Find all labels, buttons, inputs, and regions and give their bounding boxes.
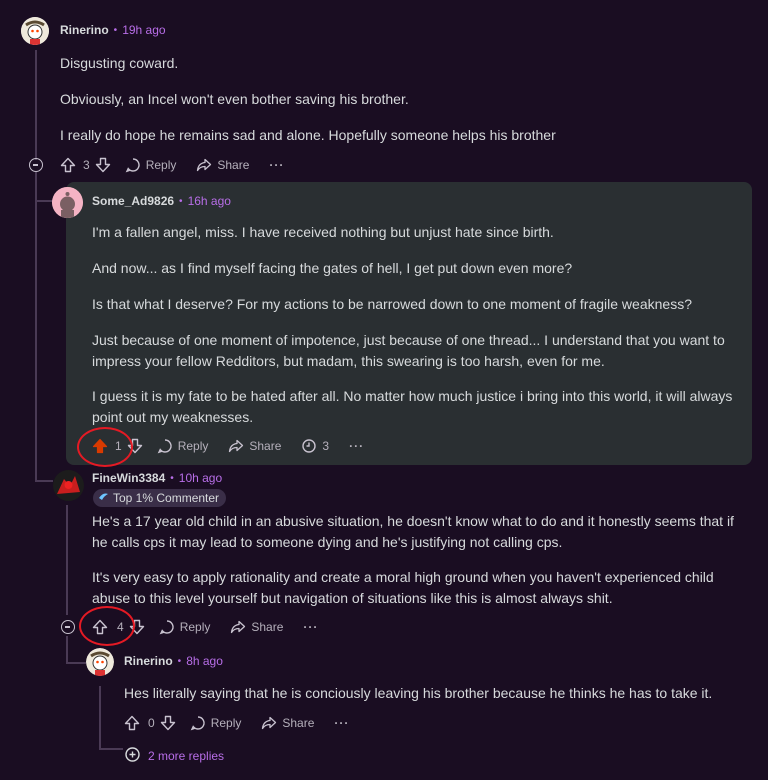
vote-group: 3 — [60, 157, 111, 173]
comment-paragraph: I'm a fallen angel, miss. I have receive… — [92, 224, 554, 240]
reply-label: Reply — [210, 716, 242, 730]
collapse-icon[interactable] — [29, 158, 43, 172]
thread-line-elbow-2-h — [35, 480, 53, 482]
reply-button[interactable]: Reply — [125, 157, 177, 173]
more-options-icon: ··· — [269, 158, 285, 172]
more-options-button[interactable]: ··· — [303, 620, 318, 634]
thread-line-elbow-3-h — [66, 662, 86, 664]
comment-paragraph: It's very easy to apply rationality and … — [92, 569, 714, 606]
comment-meta: Rinerino • 8h ago — [124, 654, 223, 668]
comment-paragraph: I guess it is my fate to be hated after … — [92, 388, 733, 425]
author-name[interactable]: Rinerino — [124, 654, 173, 668]
more-options-icon: ··· — [303, 620, 319, 634]
share-label: Share — [217, 158, 250, 172]
more-replies-label: 2 more replies — [148, 749, 225, 763]
flair-icon — [98, 491, 109, 505]
reply-label: Reply — [177, 439, 209, 453]
plus-circle-icon — [125, 747, 140, 765]
avatar[interactable] — [86, 648, 114, 676]
thread-line-sub-2 — [66, 636, 68, 664]
annotation-circle — [77, 427, 133, 467]
comment-paragraph: And now... as I find myself facing the g… — [92, 260, 573, 276]
meta-separator: • — [179, 195, 183, 207]
reply-button[interactable]: Reply — [159, 619, 211, 635]
comment-bubble-icon — [157, 438, 173, 454]
more-options-button[interactable]: ··· — [269, 158, 284, 172]
more-options-icon: ··· — [349, 439, 365, 453]
thread-line-more-h — [99, 748, 123, 750]
share-button[interactable]: Share — [228, 438, 281, 454]
share-label: Share — [282, 716, 315, 730]
timestamp[interactable]: 16h ago — [188, 194, 231, 208]
thread-line-reply — [99, 686, 101, 748]
more-options-button[interactable]: ··· — [334, 716, 349, 730]
comment-meta: Rinerino • 19h ago — [60, 23, 166, 37]
share-icon — [261, 715, 277, 731]
thread-line-elbow-1-h — [35, 200, 53, 202]
reply-label: Reply — [145, 158, 177, 172]
author-name[interactable]: FineWin3384 — [92, 471, 165, 485]
timestamp[interactable]: 10h ago — [179, 471, 222, 485]
timestamp[interactable]: 19h ago — [122, 23, 165, 37]
more-options-icon: ··· — [334, 716, 350, 730]
comment-paragraph: Disgusting coward. — [60, 55, 179, 71]
upvote-icon[interactable] — [124, 715, 140, 731]
comment-paragraph: Is that what I deserve? For my actions t… — [92, 296, 692, 312]
share-icon — [196, 157, 212, 173]
share-button[interactable]: Share — [261, 715, 314, 731]
more-replies-link[interactable]: 2 more replies — [125, 747, 224, 765]
user-flair: Top 1% Commenter — [93, 489, 227, 507]
author-name[interactable]: Rinerino — [60, 23, 109, 37]
comment-paragraph: Hes literally saying that he is concious… — [124, 685, 713, 701]
comment-bubble-icon — [125, 157, 141, 173]
award-count: 3 — [322, 439, 330, 453]
comment-paragraph: Obviously, an Incel won't even bother sa… — [60, 91, 409, 107]
thread-line-sub — [66, 505, 68, 615]
award-icon — [301, 438, 317, 454]
comment-bubble-icon — [190, 715, 206, 731]
comment-paragraph: I really do hope he remains sad and alon… — [60, 127, 556, 143]
collapse-icon[interactable] — [61, 620, 75, 634]
more-options-button[interactable]: ··· — [349, 439, 364, 453]
annotation-circle — [79, 606, 135, 646]
avatar[interactable] — [52, 187, 83, 218]
comment-bubble-icon — [159, 619, 175, 635]
comment-meta: Some_Ad9826 • 16h ago — [92, 194, 231, 208]
reply-button[interactable]: Reply — [190, 715, 242, 731]
vote-group: 0 — [124, 715, 176, 731]
upvote-icon[interactable] — [60, 157, 76, 173]
avatar[interactable] — [21, 17, 49, 45]
share-label: Share — [251, 620, 284, 634]
flair-label: Top 1% Commenter — [113, 491, 220, 505]
downvote-icon[interactable] — [160, 715, 176, 731]
avatar[interactable] — [53, 470, 84, 501]
vote-count: 0 — [148, 716, 155, 730]
share-button[interactable]: Share — [196, 157, 249, 173]
share-button[interactable]: Share — [230, 619, 283, 635]
reply-label: Reply — [179, 620, 211, 634]
timestamp[interactable]: 8h ago — [186, 654, 223, 668]
comment-paragraph: He's a 17 year old child in an abusive s… — [92, 513, 734, 550]
comment-paragraph: Just because of one moment of impotence,… — [92, 332, 725, 369]
reply-button[interactable]: Reply — [157, 438, 209, 454]
comment-actions: 0 Reply Share ··· — [124, 712, 369, 734]
share-label: Share — [249, 439, 282, 453]
thread-line-elbow-1 — [35, 172, 37, 482]
vote-count: 3 — [83, 158, 90, 172]
share-icon — [230, 619, 246, 635]
meta-separator: • — [177, 655, 182, 667]
award-button[interactable]: 3 — [301, 438, 329, 454]
thread-line-main — [35, 50, 37, 160]
comment-meta: FineWin3384 • 10h ago — [92, 471, 222, 485]
meta-separator: • — [113, 24, 118, 36]
comment-actions: 3 Reply Share ··· — [60, 154, 304, 176]
author-name[interactable]: Some_Ad9826 — [92, 194, 174, 208]
share-icon — [228, 438, 244, 454]
downvote-icon[interactable] — [95, 157, 111, 173]
comment-actions: 1 Reply Share 3 ··· — [92, 435, 384, 457]
meta-separator: • — [170, 472, 174, 484]
